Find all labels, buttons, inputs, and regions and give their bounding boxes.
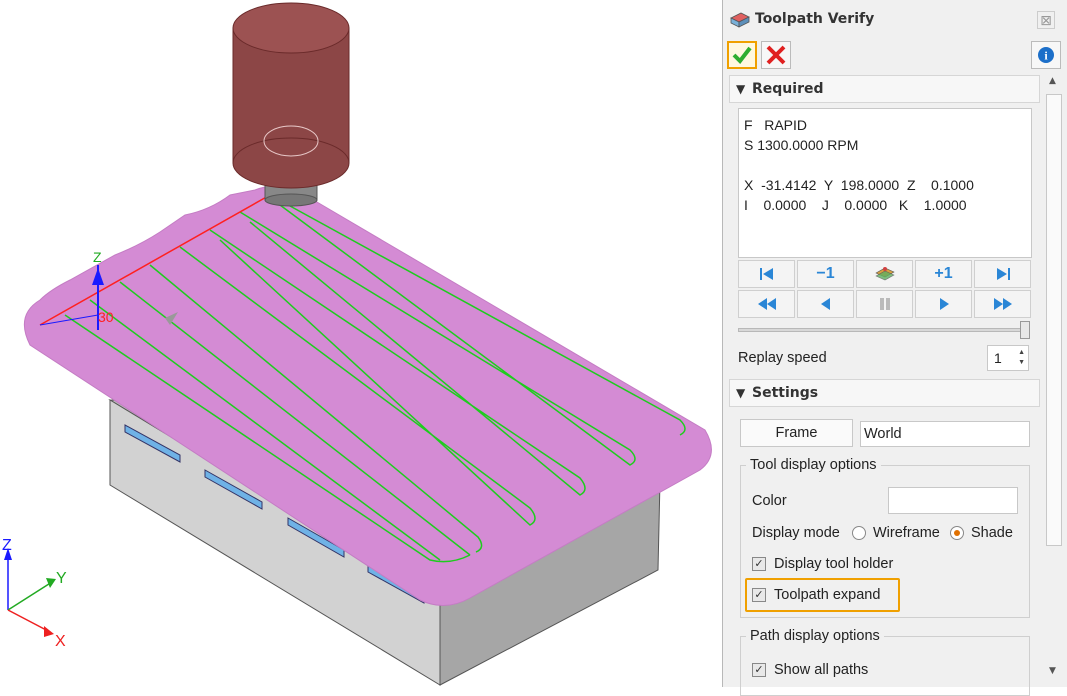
toolpath-expand-checkbox[interactable]: ✓ — [752, 588, 766, 602]
frame-value-field[interactable]: World — [860, 421, 1030, 447]
scroll-down-icon[interactable]: ▼ — [1049, 666, 1056, 676]
show-all-paths-checkbox[interactable]: ✓ — [752, 663, 766, 677]
fast-rewind-icon — [757, 298, 776, 310]
info-icon: i — [1038, 47, 1054, 63]
collapse-icon: ▼ — [736, 386, 746, 400]
triad-x-label: X — [55, 633, 66, 650]
pause-icon — [879, 298, 890, 310]
display-mode-label: Display mode — [752, 525, 840, 541]
ok-button[interactable] — [727, 41, 757, 69]
fast-forward-icon — [993, 298, 1012, 310]
collapse-icon: ▼ — [736, 82, 746, 96]
info-button[interactable]: i — [1031, 41, 1061, 69]
play-icon — [939, 298, 949, 310]
pause-button[interactable] — [856, 290, 913, 318]
cancel-button[interactable] — [761, 41, 791, 69]
replay-speed-label: Replay speed — [738, 350, 827, 366]
triad-y-label: Y — [56, 570, 67, 587]
triad-x-arrow — [44, 626, 54, 637]
play-reverse-button[interactable] — [797, 290, 854, 318]
xyz-line: X -31.4142 Y 198.0000 Z 0.1000 — [744, 177, 974, 193]
shade-radio[interactable] — [950, 526, 964, 540]
progress-slider-track[interactable] — [738, 328, 1030, 332]
wireframe-label: Wireframe — [873, 525, 940, 541]
required-section-header[interactable]: ▼ Required — [729, 75, 1040, 103]
toolpath-verify-panel: Toolpath Verify ⊠ i ▲ ▼ ▼ Required F RAP… — [722, 0, 1067, 696]
play-reverse-icon — [820, 298, 830, 310]
tool-icon — [874, 267, 895, 281]
step-forward-button[interactable]: +1 — [915, 260, 972, 288]
feed-line: F RAPID — [744, 117, 808, 133]
toolpath-verify-icon — [730, 12, 750, 28]
show-all-paths-label: Show all paths — [774, 662, 869, 678]
position-readout: F RAPID S 1300.0000 RPM X -31.4142 Y 198… — [738, 108, 1032, 258]
tool-view-button[interactable] — [856, 260, 913, 288]
color-label: Color — [752, 493, 787, 509]
settings-header-label: Settings — [752, 385, 819, 401]
spindle-line: S 1300.0000 RPM — [744, 137, 859, 153]
play-button[interactable] — [915, 290, 972, 318]
frame-button[interactable]: Frame — [740, 419, 853, 447]
progress-slider-handle[interactable] — [1020, 321, 1030, 339]
panel-scrollbar[interactable]: ▲ ▼ — [1043, 74, 1065, 684]
wireframe-radio[interactable] — [852, 526, 866, 540]
check-icon — [732, 46, 752, 65]
triad-y-arrow — [46, 578, 56, 588]
go-to-end-button[interactable] — [974, 260, 1031, 288]
tool-display-options-legend: Tool display options — [746, 457, 881, 473]
panel-title-bar: Toolpath Verify ⊠ — [723, 0, 1067, 38]
tool-holder-bottom — [232, 137, 350, 189]
tool-tip — [264, 193, 318, 207]
tool-holder-top — [232, 2, 350, 54]
scroll-up-icon[interactable]: ▲ — [1049, 76, 1056, 86]
spin-arrows-icon[interactable]: ▲ ▼ — [1018, 348, 1025, 368]
step-back-button[interactable]: −1 — [797, 260, 854, 288]
skip-start-icon — [759, 268, 773, 280]
triad-y-axis — [7, 581, 53, 611]
fast-forward-button[interactable] — [974, 290, 1031, 318]
triad-x-axis — [7, 609, 51, 633]
scene-svg[interactable]: Z 30 Z Y X — [0, 0, 722, 687]
go-to-start-button[interactable] — [738, 260, 795, 288]
triad-z-label: Z — [2, 537, 12, 554]
replay-speed-value: 1 — [994, 350, 1002, 366]
scroll-thumb[interactable] — [1046, 94, 1062, 546]
shade-label: Shade — [971, 525, 1013, 541]
panel-title: Toolpath Verify — [755, 11, 875, 27]
x-icon — [766, 45, 786, 65]
color-picker[interactable] — [888, 487, 1018, 514]
display-tool-holder-checkbox[interactable]: ✓ — [752, 557, 766, 571]
display-tool-holder-label: Display tool holder — [774, 556, 894, 572]
settings-section-header[interactable]: ▼ Settings — [729, 379, 1040, 407]
close-icon[interactable]: ⊠ — [1037, 11, 1055, 29]
toolpath-expand-label: Toolpath expand — [774, 587, 881, 603]
path-display-options-legend: Path display options — [746, 628, 884, 644]
local-z-label: Z — [93, 249, 102, 265]
fast-rewind-button[interactable] — [738, 290, 795, 318]
ijk-line: I 0.0000 J 0.0000 K 1.0000 — [744, 197, 967, 213]
dimension-label: 30 — [98, 309, 114, 325]
3d-viewport[interactable]: Z 30 Z Y X — [0, 0, 722, 687]
required-header-label: Required — [752, 81, 824, 97]
skip-end-icon — [996, 268, 1010, 280]
replay-speed-stepper[interactable]: 1 ▲ ▼ — [987, 345, 1029, 371]
